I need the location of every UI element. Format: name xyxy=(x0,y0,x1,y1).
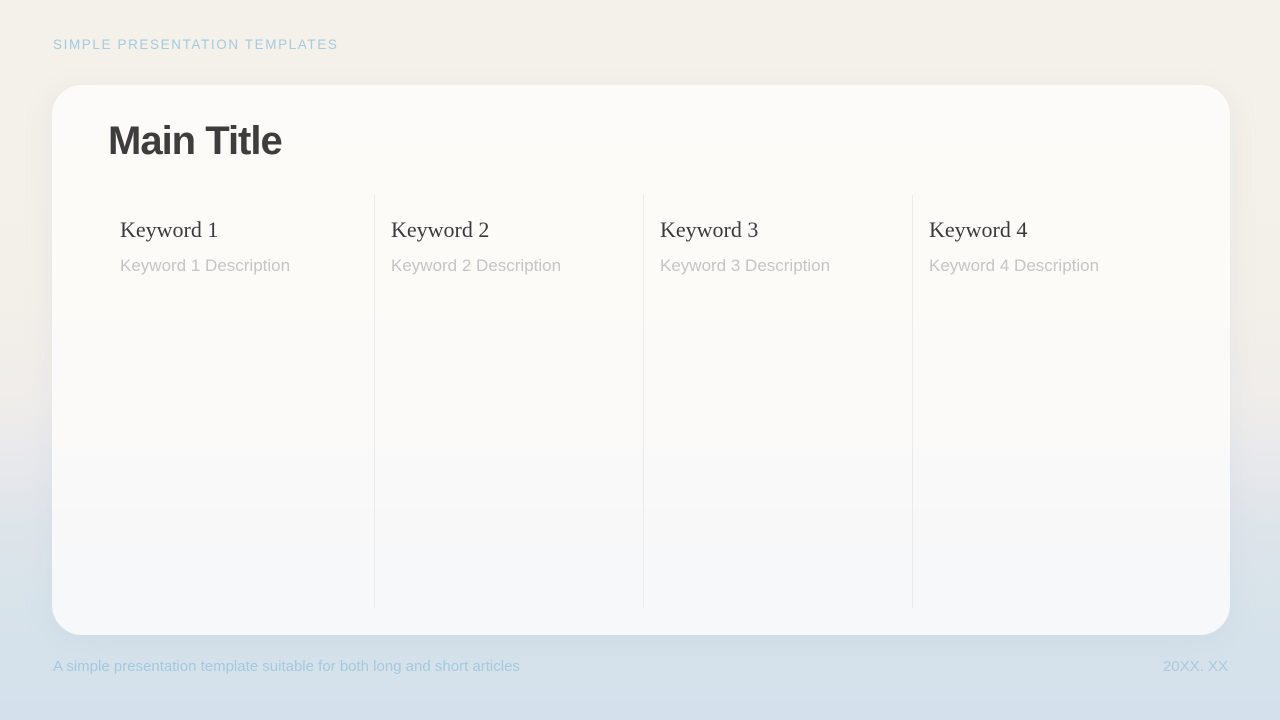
keyword-2-title: Keyword 2 xyxy=(391,217,643,243)
main-title: Main Title xyxy=(108,119,282,164)
keyword-4-description: Keyword 4 Description xyxy=(929,256,1230,276)
footer-date: 20XX. XX xyxy=(1163,658,1228,675)
keyword-column-1: Keyword 1 Keyword 1 Description xyxy=(52,195,374,608)
keyword-columns: Keyword 1 Keyword 1 Description Keyword … xyxy=(52,195,1230,608)
keyword-1-title: Keyword 1 xyxy=(120,217,374,243)
keyword-1-description: Keyword 1 Description xyxy=(120,256,374,276)
keyword-column-4: Keyword 4 Keyword 4 Description xyxy=(912,195,1230,608)
content-card: Main Title Keyword 1 Keyword 1 Descripti… xyxy=(52,85,1230,635)
keyword-3-description: Keyword 3 Description xyxy=(660,256,912,276)
keyword-4-title: Keyword 4 xyxy=(929,217,1230,243)
keyword-2-description: Keyword 2 Description xyxy=(391,256,643,276)
keyword-3-title: Keyword 3 xyxy=(660,217,912,243)
footer-note: A simple presentation template suitable … xyxy=(53,658,520,675)
keyword-column-2: Keyword 2 Keyword 2 Description xyxy=(374,195,643,608)
eyebrow-label: SIMPLE PRESENTATION TEMPLATES xyxy=(53,37,338,52)
keyword-column-3: Keyword 3 Keyword 3 Description xyxy=(643,195,912,608)
slide-canvas: SIMPLE PRESENTATION TEMPLATES Main Title… xyxy=(0,0,1280,720)
